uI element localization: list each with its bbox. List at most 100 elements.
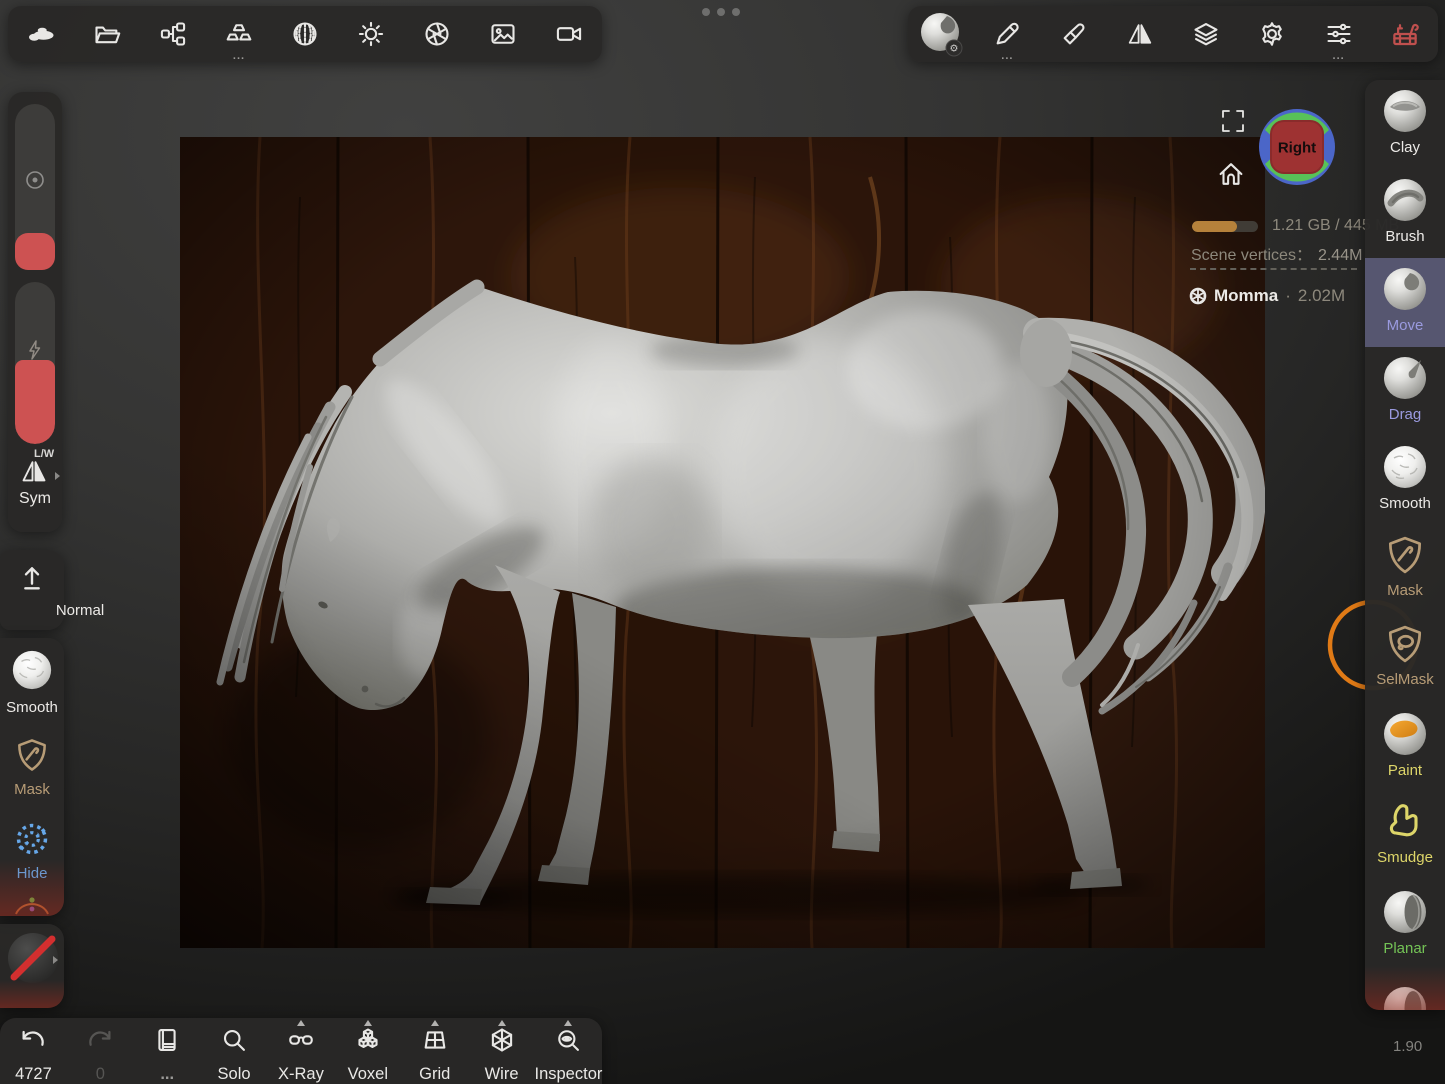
history-display-toolbar: 4727 0 ... Solo X-Ray: [0, 1018, 602, 1084]
quick-tool-smooth[interactable]: Smooth: [0, 648, 64, 716]
quick-tools-panel: Smooth Mask Hide: [0, 638, 64, 916]
xray-caret-icon[interactable]: [297, 1020, 305, 1026]
redo-button[interactable]: 0: [69, 1022, 131, 1084]
smooth-sphere-icon: [1382, 444, 1428, 490]
pencil-icon: [993, 20, 1021, 48]
sun-icon: [357, 20, 385, 48]
radius-slider-handle[interactable]: [15, 233, 55, 270]
fullscreen-icon[interactable]: [1220, 108, 1246, 134]
tool-label: Mask: [1365, 582, 1445, 599]
solo-button[interactable]: Solo: [203, 1022, 265, 1084]
stroke-pencil-button[interactable]: ...: [978, 6, 1036, 62]
tool-item-selmask[interactable]: SelMask: [1365, 614, 1445, 703]
multitask-handle-icon[interactable]: [702, 8, 740, 16]
tool-item-mask[interactable]: Mask: [1365, 525, 1445, 614]
aperture-icon: [423, 20, 451, 48]
lighting-button[interactable]: [342, 6, 400, 62]
tool-item-brush[interactable]: Brush: [1365, 169, 1445, 258]
stroke-mode-panel[interactable]: Normal: [0, 550, 64, 630]
selmask-shield-icon: [1383, 622, 1427, 666]
tool-item-move[interactable]: Move: [1365, 258, 1445, 347]
interface-config-button[interactable]: ...: [1310, 6, 1368, 62]
paint-settings-button[interactable]: [1045, 6, 1103, 62]
tool-item-partial[interactable]: [1365, 970, 1445, 1010]
viewport-canvas[interactable]: [180, 137, 1265, 948]
voxel-caret-icon[interactable]: [364, 1020, 372, 1026]
scene-vertices-row: Scene vertices： 2.44M: [1191, 241, 1362, 265]
orientation-gizmo[interactable]: Right: [1258, 108, 1336, 186]
move-gizmo-icon: [12, 892, 52, 916]
symmetry-label: Sym: [8, 490, 62, 508]
matcap-material-button[interactable]: ⚙: [912, 6, 970, 62]
scene-vertices-value: 2.44M: [1318, 247, 1362, 264]
tool-item-smooth[interactable]: Smooth: [1365, 436, 1445, 525]
camera-button[interactable]: [540, 6, 598, 62]
app-logo-button[interactable]: [12, 6, 70, 62]
object-list-divider: [1190, 268, 1357, 270]
scene-vertices-label: Scene vertices：: [1191, 247, 1312, 264]
grid-label: Grid: [398, 1065, 472, 1084]
material-toggle-panel[interactable]: [0, 924, 64, 1008]
inspector-button[interactable]: Inspector: [537, 1022, 599, 1084]
scene-object-row[interactable]: Momma · 2.02M: [1189, 286, 1345, 306]
tool-item-paint[interactable]: Paint: [1365, 703, 1445, 792]
gizmo-face-label: Right: [1278, 140, 1316, 157]
postprocess-button[interactable]: [408, 6, 466, 62]
symmetry-button[interactable]: [1111, 6, 1169, 62]
brush-sliders-panel: L/W Sym: [8, 92, 62, 532]
quick-tool-hide[interactable]: Hide: [0, 820, 64, 882]
lightning-icon: [23, 338, 47, 362]
planar-sphere-icon: [1382, 889, 1428, 935]
move-sphere-icon: [1382, 266, 1428, 312]
undo-button[interactable]: 4727: [2, 1022, 64, 1084]
toolbox-button[interactable]: [1376, 6, 1434, 62]
hide-dotted-icon: [13, 820, 51, 858]
main-menu-toolbar: ...: [8, 6, 602, 62]
intensity-slider[interactable]: [15, 282, 55, 444]
voxel-button[interactable]: Voxel: [337, 1022, 399, 1084]
topology-button[interactable]: ...: [210, 6, 268, 62]
quick-tool-gizmo-partial[interactable]: [0, 892, 64, 916]
quick-tool-mask[interactable]: Mask: [0, 736, 64, 798]
undo-icon: [18, 1026, 48, 1056]
home-icon[interactable]: [1216, 159, 1246, 189]
voxel-cubes-icon: [354, 1026, 382, 1054]
symmetry-expand-caret[interactable]: [55, 472, 60, 480]
inspector-caret-icon[interactable]: [564, 1020, 572, 1026]
files-button[interactable]: [78, 6, 136, 62]
grid-caret-icon[interactable]: [431, 1020, 439, 1026]
quick-tool-hide-label: Hide: [0, 865, 64, 882]
stroke-mode-label: Normal: [48, 602, 112, 619]
tool-item-drag[interactable]: Drag: [1365, 347, 1445, 436]
quick-tool-mask-label: Mask: [0, 781, 64, 798]
tool-item-planar[interactable]: Planar: [1365, 881, 1445, 970]
smooth-sphere-icon: [10, 648, 54, 692]
wire-caret-icon[interactable]: [498, 1020, 506, 1026]
grid-button[interactable]: Grid: [404, 1022, 466, 1084]
tool-item-clay[interactable]: Clay: [1365, 80, 1445, 169]
settings-button[interactable]: [1243, 6, 1301, 62]
material-expand-caret[interactable]: [53, 956, 58, 964]
material-button[interactable]: [276, 6, 334, 62]
notes-button[interactable]: ...: [136, 1022, 198, 1084]
background-button[interactable]: [474, 6, 532, 62]
xray-button[interactable]: X-Ray: [270, 1022, 332, 1084]
layers-stack-icon: [1192, 20, 1220, 48]
wireframe-hexagon-icon: [488, 1026, 516, 1054]
tool-label: Clay: [1365, 139, 1445, 156]
radius-slider[interactable]: [15, 104, 55, 270]
object-separator: ·: [1285, 286, 1291, 306]
tool-label: Brush: [1365, 228, 1445, 245]
scene-graph-button[interactable]: [144, 6, 202, 62]
notes-overflow-dots: ...: [130, 1065, 204, 1084]
layers-button[interactable]: [1177, 6, 1235, 62]
smudge-finger-icon: [1383, 800, 1427, 844]
sliders-icon: [1325, 20, 1353, 48]
mask-shield-icon: [1383, 533, 1427, 577]
folder-icon: [93, 20, 121, 48]
tool-item-smudge[interactable]: Smudge: [1365, 792, 1445, 881]
brush-sphere-icon: [1382, 177, 1428, 223]
wire-button[interactable]: Wire: [471, 1022, 533, 1084]
video-camera-icon: [555, 20, 583, 48]
topology-ingots-icon: [225, 20, 253, 48]
